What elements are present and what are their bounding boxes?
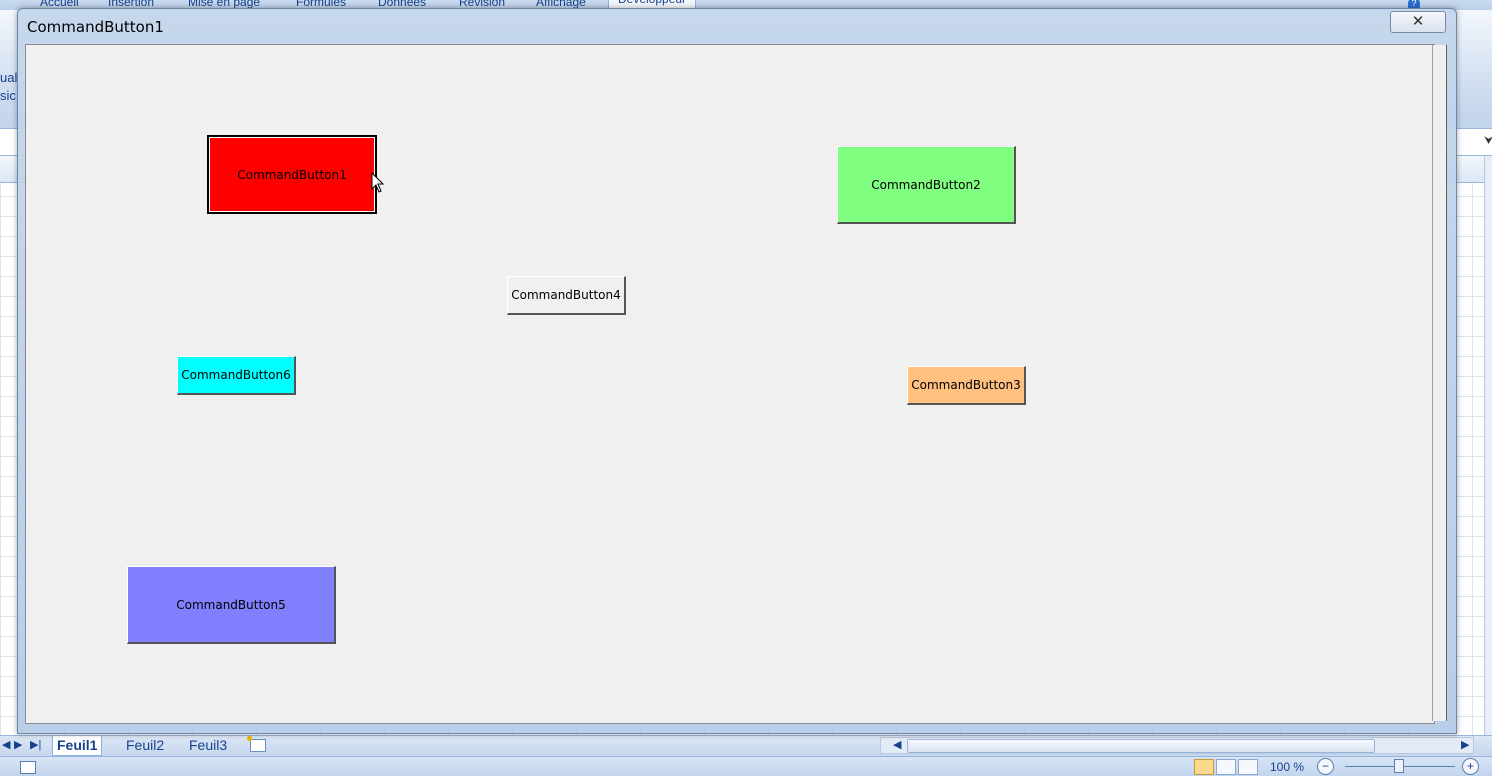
- userform-client-area: CommandButton1 CommandButton2 CommandBut…: [25, 44, 1435, 724]
- sheet-tab-feuil1[interactable]: Feuil1: [52, 736, 103, 756]
- next-sheet-arrow-icon[interactable]: ▶: [14, 738, 22, 751]
- insert-sheet-icon[interactable]: [247, 736, 266, 752]
- command-button-3[interactable]: CommandButton3: [907, 366, 1026, 405]
- normal-view-button[interactable]: [1194, 759, 1214, 775]
- command-button-1[interactable]: CommandButton1: [207, 135, 377, 214]
- command-button-6[interactable]: CommandButton6: [177, 356, 296, 395]
- scroll-left-arrow-icon[interactable]: ◀: [893, 738, 901, 751]
- command-button-4[interactable]: CommandButton4: [507, 276, 626, 315]
- ribbon-fragment-label: ual: [0, 70, 18, 85]
- userform-vertical-scrollbar[interactable]: [1432, 45, 1447, 721]
- ribbon-fragment-label: sic: [0, 88, 16, 103]
- zoom-out-button[interactable]: −: [1317, 758, 1334, 775]
- sheet-tab-feuil3[interactable]: Feuil3: [185, 736, 231, 755]
- command-button-5[interactable]: CommandButton5: [127, 566, 336, 644]
- command-button-2[interactable]: CommandButton2: [837, 146, 1016, 224]
- horizontal-scroll-thumb[interactable]: [907, 739, 1375, 753]
- scroll-right-arrow-icon[interactable]: ▶: [1461, 738, 1469, 751]
- horizontal-scrollbar[interactable]: ◀ ▶: [880, 737, 1474, 754]
- page-layout-view-button[interactable]: [1216, 759, 1236, 775]
- userform-window: CommandButton1 ✕ CommandButton1 CommandB…: [17, 8, 1457, 734]
- sheet-tab-feuil2[interactable]: Feuil2: [122, 736, 168, 755]
- zoom-in-button[interactable]: +: [1462, 758, 1479, 775]
- page-break-view-button[interactable]: [1238, 759, 1258, 775]
- first-sheet-arrow-icon[interactable]: ◀: [2, 738, 10, 751]
- last-sheet-arrow-icon[interactable]: ▶|: [30, 738, 41, 751]
- userform-title: CommandButton1: [27, 18, 164, 36]
- mouse-pointer-icon: [371, 172, 385, 193]
- zoom-slider-thumb[interactable]: [1394, 759, 1404, 773]
- help-icon[interactable]: ?: [1408, 0, 1420, 8]
- close-icon: ✕: [1411, 13, 1425, 30]
- expand-formula-bar-icon[interactable]: ⮟: [1484, 135, 1492, 148]
- status-bar: 100 % − +: [0, 756, 1492, 776]
- close-button[interactable]: ✕: [1390, 11, 1446, 33]
- zoom-level[interactable]: 100 %: [1270, 760, 1304, 774]
- vertical-scrollbar[interactable]: [1484, 156, 1492, 736]
- record-macro-icon[interactable]: [20, 761, 36, 774]
